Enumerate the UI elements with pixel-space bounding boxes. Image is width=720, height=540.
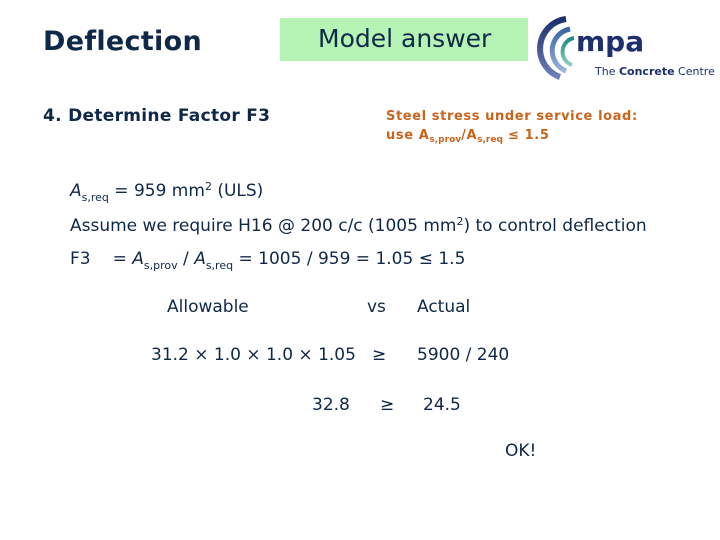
allowable-value: 32.8 bbox=[312, 395, 350, 415]
ge-symbol: ≥ bbox=[372, 345, 387, 365]
allowable-header: Allowable bbox=[167, 297, 249, 317]
allowable-expression: 31.2 × 1.0 × 1.0 × 1.05 bbox=[151, 345, 356, 365]
logo-tagline: The Concrete Centre bbox=[595, 65, 715, 78]
actual-header: Actual bbox=[417, 297, 471, 317]
note-line-2: use As,prov/As,req ≤ 1.5 bbox=[386, 128, 550, 145]
assumption-line: Assume we require H16 @ 200 c/c (1005 mm… bbox=[70, 215, 647, 236]
f3-equation: F3 = As,prov / As,req = 1005 / 959 = 1.05… bbox=[70, 249, 466, 272]
slide-title: Deflection bbox=[43, 26, 202, 57]
verdict: OK! bbox=[505, 441, 537, 461]
actual-expression: 5900 / 240 bbox=[417, 345, 510, 365]
steel-stress-note: Steel stress under service load: use As,… bbox=[386, 107, 638, 150]
model-answer-label: Model answer bbox=[318, 24, 492, 53]
note-line-1: Steel stress under service load: bbox=[386, 109, 638, 124]
mpa-wordmark: mpa bbox=[576, 25, 645, 58]
mpa-logo: mpa The Concrete Centre bbox=[536, 15, 716, 85]
ge-symbol: ≥ bbox=[380, 395, 395, 415]
as-req-line: As,req = 959 mm2 (ULS) bbox=[70, 180, 264, 204]
vs-label: vs bbox=[367, 297, 386, 317]
step-heading: 4. Determine Factor F3 bbox=[43, 106, 271, 126]
actual-value: 24.5 bbox=[423, 395, 461, 415]
